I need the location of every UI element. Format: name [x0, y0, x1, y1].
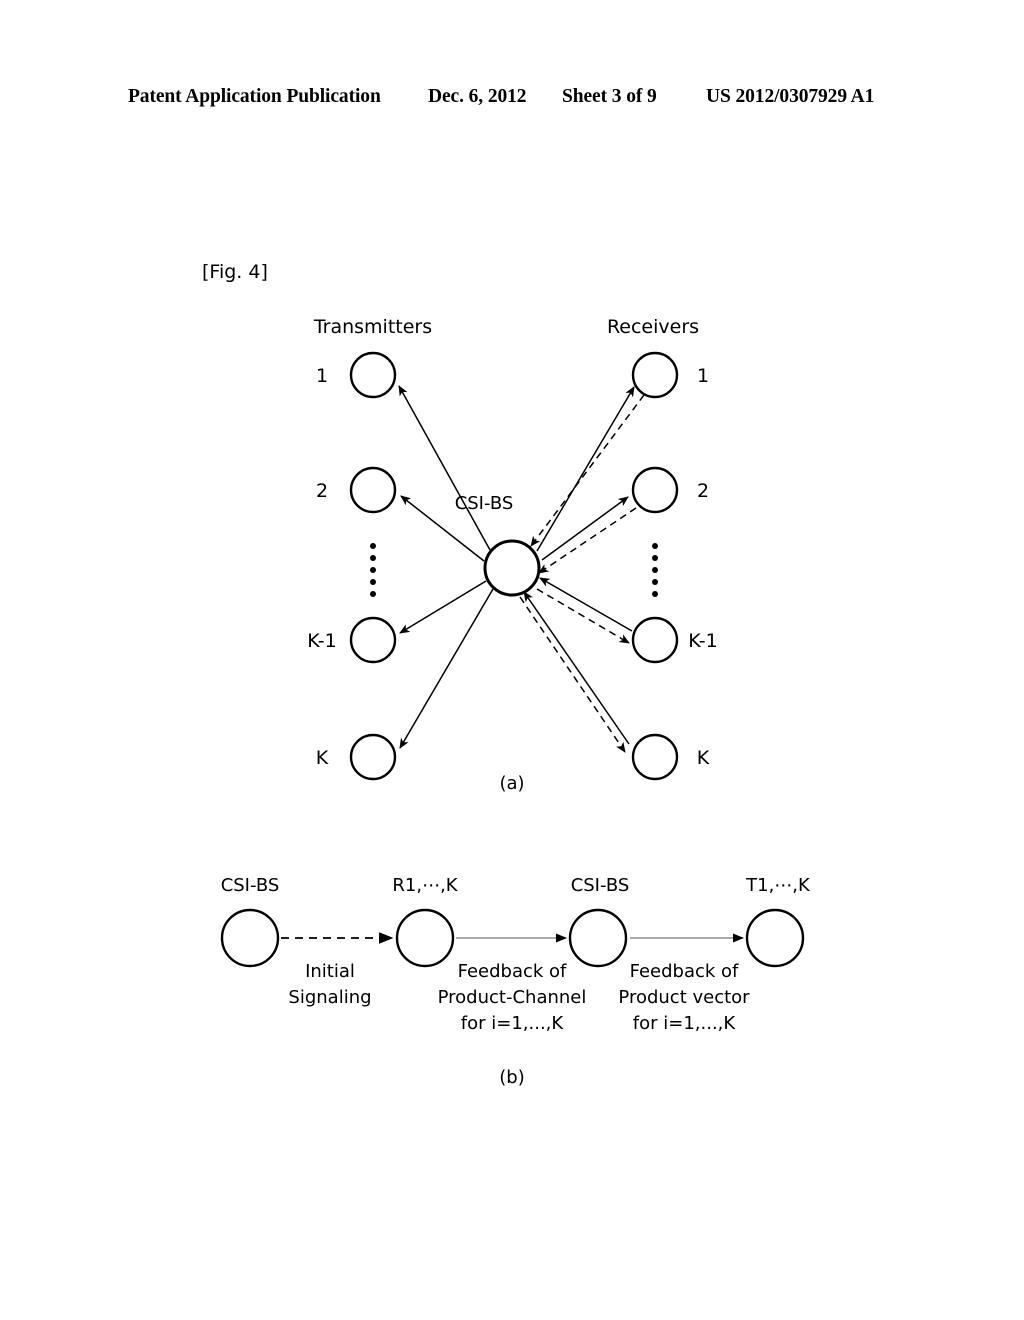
panel-b-edge-2-caption-line-3: for i=1,...,K: [461, 1013, 565, 1034]
csi-bs-hub-node[interactable]: [483, 539, 541, 597]
panel-b-edge-3-caption: Feedback of Product vector for i=1,...,K: [618, 961, 750, 1034]
panel-b-node-3[interactable]: [568, 908, 628, 968]
receiver-label-2: 2: [697, 480, 709, 502]
transmitter-label-1: 1: [316, 365, 328, 387]
transmitter-links: [398, 385, 494, 749]
link-receiver-k-1-to-hub: [539, 577, 633, 632]
transmitter-node-2[interactable]: [349, 466, 397, 514]
receiver-node-1[interactable]: [631, 351, 679, 399]
panel-b-node-title-4: T1,⋯,K: [745, 875, 811, 896]
panel-b-edge-3-caption-line-2: Product vector: [618, 987, 750, 1008]
link-hub-to-receiver-k: [519, 596, 626, 753]
receiver-label-k: K: [697, 747, 710, 769]
receiver-label-k-1: K-1: [688, 630, 717, 652]
receiver-node-k-1[interactable]: [631, 616, 679, 664]
transmitter-label-k: K: [316, 747, 329, 769]
link-receiver-1-to-hub: [530, 394, 645, 547]
link-hub-to-receiver-k-1: [536, 588, 630, 644]
transmitter-label-2: 2: [316, 480, 328, 502]
panel-b-edge-2-caption: Feedback of Product-Channel for i=1,...,…: [438, 961, 587, 1034]
link-receiver-2-to-hub: [538, 507, 637, 574]
panel-b-edge-3-caption-line-1: Feedback of: [630, 961, 739, 982]
panel-b-node-title-2: R1,⋯,K: [392, 875, 458, 896]
panel-b-edge-1-caption-line-2: Signaling: [288, 987, 371, 1008]
link-hub-to-transmitter-1: [398, 385, 491, 551]
link-hub-to-receiver-1: [536, 386, 635, 552]
panel-b-edge-1-caption: Initial Signaling: [288, 961, 371, 1008]
receivers-heading: Receivers: [607, 316, 699, 338]
receiver-node-k[interactable]: [631, 733, 679, 781]
panel-b-edge-1-caption-line-1: Initial: [305, 961, 355, 982]
transmitter-node-1[interactable]: [349, 351, 397, 399]
link-receiver-k-to-hub: [523, 591, 630, 745]
panel-b-node-title-1: CSI-BS: [221, 875, 280, 896]
transmitters-heading: Transmitters: [313, 316, 432, 338]
link-hub-to-receiver-2: [541, 496, 629, 561]
transmitter-node-k[interactable]: [349, 733, 397, 781]
panel-b-node-1[interactable]: [220, 908, 280, 968]
panel-b-node-title-3: CSI-BS: [571, 875, 630, 896]
transmitter-ellipsis-dots: [370, 543, 376, 597]
receiver-nodes: [631, 351, 679, 781]
panel-b-edge-2-caption-line-2: Product-Channel: [438, 987, 587, 1008]
transmitter-nodes: [349, 351, 397, 781]
figure-4-diagram: Transmitters Receivers CSI-BS 1 2 K-1 K: [220, 316, 811, 1088]
csi-bs-hub-label: CSI-BS: [455, 493, 514, 514]
transmitter-node-k-1[interactable]: [349, 616, 397, 664]
part-a-label: (a): [499, 773, 524, 794]
panel-b-edge-2-caption-line-1: Feedback of: [458, 961, 567, 982]
panel-b-node-2[interactable]: [395, 908, 455, 968]
receiver-ellipsis-dots: [652, 543, 658, 597]
link-hub-to-transmitter-k: [399, 588, 494, 749]
part-b-label: (b): [499, 1067, 524, 1088]
link-hub-to-transmitter-k-1: [399, 580, 487, 634]
receiver-label-1: 1: [697, 365, 709, 387]
transmitter-label-k-1: K-1: [307, 630, 336, 652]
receiver-node-2[interactable]: [631, 466, 679, 514]
panel-b-edge-3-caption-line-3: for i=1,...,K: [633, 1013, 737, 1034]
panel-b-node-4[interactable]: [745, 908, 805, 968]
